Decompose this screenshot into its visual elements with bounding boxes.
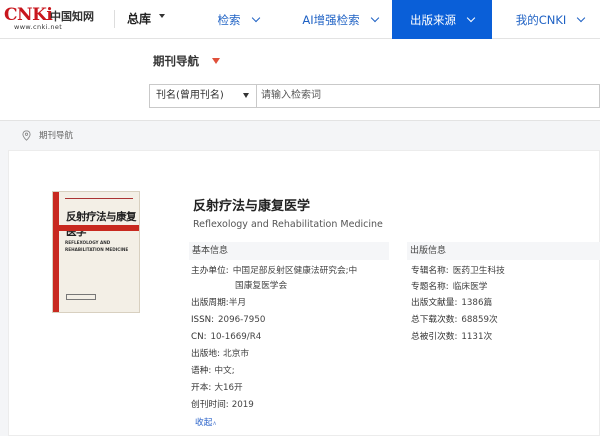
zongku-caret-icon[interactable] [159,14,165,18]
papers-row: 出版文献量: 1386篇 [411,297,492,309]
format-value: 大16开 [214,383,243,393]
cn-label: CN: [191,332,207,342]
chevron-down-icon [577,13,586,22]
cover-stripe [53,192,59,312]
journal-nav-title[interactable]: 期刊导航 [153,53,199,69]
logo-chinese-name: 中国知网 [50,10,94,23]
cites-label: 总被引次数: [411,332,458,342]
cycle-row: 出版周期:半月 [191,297,246,309]
place-value: 北京市 [223,349,250,359]
downloads-label: 总下载次数: [411,315,458,325]
founded-value: 2019 [231,400,254,410]
cites-value: 1131次 [461,332,493,342]
breadcrumb-journal-nav[interactable]: 期刊导航 [39,129,73,141]
format-label: 开本: [191,383,212,393]
language-row: 语种: 中文; [191,365,235,377]
downloads-row: 总下载次数: 68859次 [411,314,498,326]
breadcrumb: 期刊导航 [22,127,73,143]
search-field-select[interactable]: 刊名(曾用刊名) [149,84,257,108]
downloads-value: 68859次 [461,315,498,325]
logo-url: www.cnki.net [14,23,63,31]
papers-label: 出版文献量: [411,298,458,308]
founded-label: 创刊时间: [191,400,229,410]
founded-row: 创刊时间: 2019 [191,399,254,411]
cover-top-line [65,198,133,202]
location-pin-icon [22,129,31,141]
cn-row: CN: 10-1669/R4 [191,331,261,343]
language-value: 中文; [214,366,235,376]
nav-ai-search-label: AI增强检索 [302,12,360,27]
sponsor-value-line1: 中国足部反射区健康法研究会;中 [232,266,358,276]
format-row: 开本: 大16开 [191,382,243,394]
chevron-down-icon [251,13,260,22]
nav-my-cnki[interactable]: 我的CNKI [500,0,600,39]
chevron-up-icon: ∧ [212,420,217,427]
top-nav: CNKi 中国知网 www.cnki.net 总库 检索 AI增强检索 出版来源… [0,0,600,39]
dropdown-arrow-icon [243,93,249,98]
search-input[interactable]: 请输入检索词 [257,84,600,108]
topic-row: 专题名称: 临床医学 [411,281,487,293]
nav-search-label: 检索 [217,12,241,27]
issn-value: 2096-7950 [218,315,266,325]
journal-detail-card: 反射疗法与康复医学 REFLEXOLOGY AND REHABILITATION… [8,150,600,436]
place-label: 出版地: [191,349,220,359]
nav-my-cnki-label: 我的CNKI [515,12,567,27]
sponsor-label: 主办单位: [191,266,229,276]
topic-label: 专题名称: [411,282,449,292]
search-field-select-value: 刊名(曾用刊名) [156,90,224,101]
cover-english-title: REFLEXOLOGY AND REHABILITATION MEDICINE [65,240,129,252]
collapse-toggle-label: 收起 [195,418,213,428]
nav-publication-source-label: 出版来源 [410,12,456,27]
collapse-toggle-link[interactable]: 收起∧ [195,415,217,428]
sponsor-row: 主办单位: 中国足部反射区健康法研究会;中 [191,265,357,277]
nav-divider [114,10,115,28]
language-label: 语种: [191,366,212,376]
cover-title: 反射疗法与康复医学 [66,211,137,238]
cover-band [59,225,139,231]
sponsor-row-cont: 国康复医学会 [235,280,287,292]
cn-value: 10-1669/R4 [210,332,262,342]
cover-box [66,294,96,300]
topic-value: 临床医学 [452,282,488,292]
place-row: 出版地: 北京市 [191,348,249,360]
cnki-logo[interactable]: CNKi 中国知网 www.cnki.net [4,5,102,33]
nav-search[interactable]: 检索 [193,0,283,39]
journal-title: 反射疗法与康复医学 [193,199,311,214]
sponsor-value-line2: 国康复医学会 [235,281,288,291]
logo-mark: CNKi [4,5,53,25]
basic-info-heading: 基本信息 [189,242,389,260]
caret-down-icon[interactable] [212,58,220,64]
issn-row: ISSN: 2096-7950 [191,314,265,326]
nav-publication-source[interactable]: 出版来源 [392,0,492,39]
search-area: 期刊导航 刊名(曾用刊名) 请输入检索词 [0,39,600,121]
papers-value: 1386篇 [461,298,493,308]
issn-label: ISSN: [191,315,215,325]
series-value: 医药卫生科技 [452,266,505,276]
chevron-down-icon [370,13,379,22]
publication-info-heading: 出版信息 [407,242,600,260]
journal-title-en: Reflexology and Rehabilitation Medicine [193,219,383,230]
nav-ai-search[interactable]: AI增强检索 [288,0,392,39]
series-label: 专辑名称: [411,266,449,276]
nav-zongku-button[interactable]: 总库 [127,10,151,27]
cycle-value: 半月 [228,298,247,308]
cycle-label: 出版周期: [191,298,229,308]
cites-row: 总被引次数: 1131次 [411,331,492,343]
chevron-down-icon [466,13,476,22]
series-row: 专辑名称: 医药卫生科技 [411,265,505,277]
journal-cover-image: 反射疗法与康复医学 REFLEXOLOGY AND REHABILITATION… [52,191,140,313]
